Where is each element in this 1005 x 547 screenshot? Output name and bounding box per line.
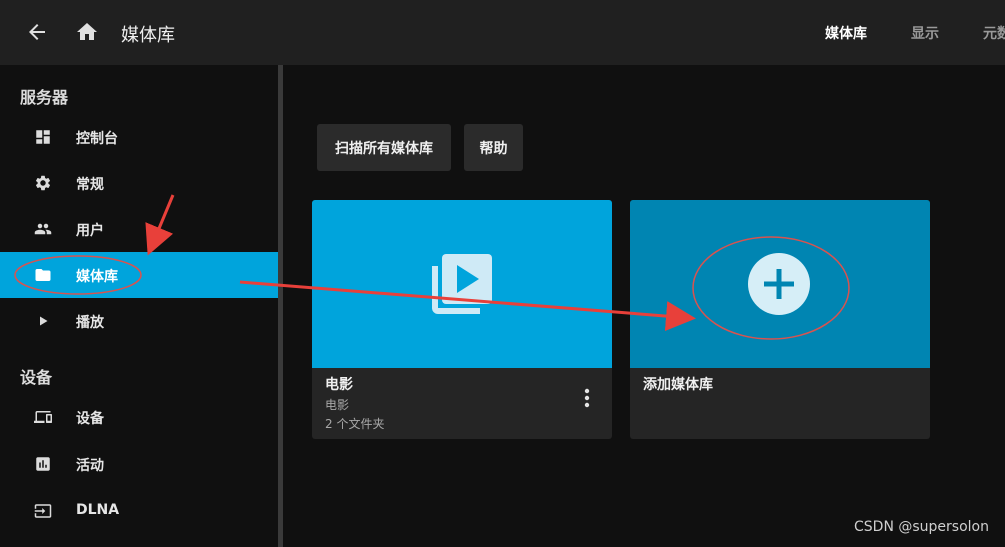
page-title: 媒体库 <box>121 25 175 46</box>
library-card-movies[interactable]: 电影 电影 2 个文件夹 <box>312 200 612 439</box>
back-button[interactable] <box>25 20 49 44</box>
sidebar-item-dlna[interactable]: DLNA <box>0 488 278 534</box>
tab-libraries[interactable]: 媒体库 <box>825 23 867 43</box>
add-library-card[interactable]: 添加媒体库 <box>630 200 930 439</box>
sidebar-item-general[interactable]: 常规 <box>0 160 278 206</box>
sidebar-item-devices[interactable]: 设备 <box>0 394 278 440</box>
header-tabs: 媒体库 显示 元数据 <box>781 0 1005 65</box>
watermark: CSDN @supersolon <box>854 519 989 535</box>
dlna-input-icon <box>34 504 52 518</box>
sidebar-item-label: 播放 <box>76 315 104 331</box>
sidebar: 服务器 控制台 常规 用户 媒体库 播放 设备 设备 活动 DLNA <box>0 65 278 547</box>
folder-icon <box>35 269 51 281</box>
play-icon <box>40 316 48 326</box>
library-folder-count: 2 个文件夹 <box>325 417 385 431</box>
sidebar-section-devices: 设备 <box>20 368 53 387</box>
sidebar-item-label: 媒体库 <box>76 269 118 285</box>
sidebar-item-label: DLNA <box>76 502 120 518</box>
sidebar-item-label: 用户 <box>76 223 104 239</box>
sidebar-section-server: 服务器 <box>20 88 69 107</box>
dashboard-icon <box>36 130 50 144</box>
arrow-left-icon <box>29 24 45 40</box>
home-icon <box>77 23 97 40</box>
sidebar-scrollbar[interactable] <box>278 65 283 547</box>
app-header: 媒体库 媒体库 显示 元数据 <box>0 0 1005 65</box>
sidebar-item-label: 设备 <box>76 411 104 427</box>
sidebar-item-label: 活动 <box>76 458 104 474</box>
sidebar-item-label: 常规 <box>76 177 104 193</box>
plus-icon <box>764 269 794 299</box>
sidebar-item-playback[interactable]: 播放 <box>0 298 278 344</box>
sidebar-item-users[interactable]: 用户 <box>0 206 278 252</box>
devices-icon <box>34 411 52 423</box>
add-library-title: 添加媒体库 <box>643 377 713 393</box>
sidebar-item-label: 控制台 <box>76 131 118 147</box>
add-library-circle <box>748 253 810 315</box>
add-library-card-image <box>630 200 930 368</box>
movie-library-icon <box>432 254 492 314</box>
app: 媒体库 媒体库 显示 元数据 服务器 控制台 常规 用户 <box>0 0 1005 547</box>
home-button[interactable] <box>75 20 99 44</box>
scan-all-libraries-button[interactable]: 扫描所有媒体库 <box>317 124 451 171</box>
tab-metadata[interactable]: 元数据 <box>983 23 1005 43</box>
sidebar-item-dashboard[interactable]: 控制台 <box>0 114 278 160</box>
more-vertical-icon[interactable] <box>582 387 592 409</box>
tab-display[interactable]: 显示 <box>911 23 939 43</box>
library-card-image <box>312 200 612 368</box>
gear-icon <box>35 175 51 191</box>
library-type: 电影 <box>325 398 350 412</box>
users-icon <box>34 223 52 235</box>
activity-chart-icon <box>36 457 50 471</box>
sidebar-item-libraries[interactable]: 媒体库 <box>0 252 278 298</box>
library-title: 电影 <box>325 377 353 393</box>
help-button[interactable]: 帮助 <box>464 124 523 171</box>
sidebar-item-activity[interactable]: 活动 <box>0 441 278 487</box>
